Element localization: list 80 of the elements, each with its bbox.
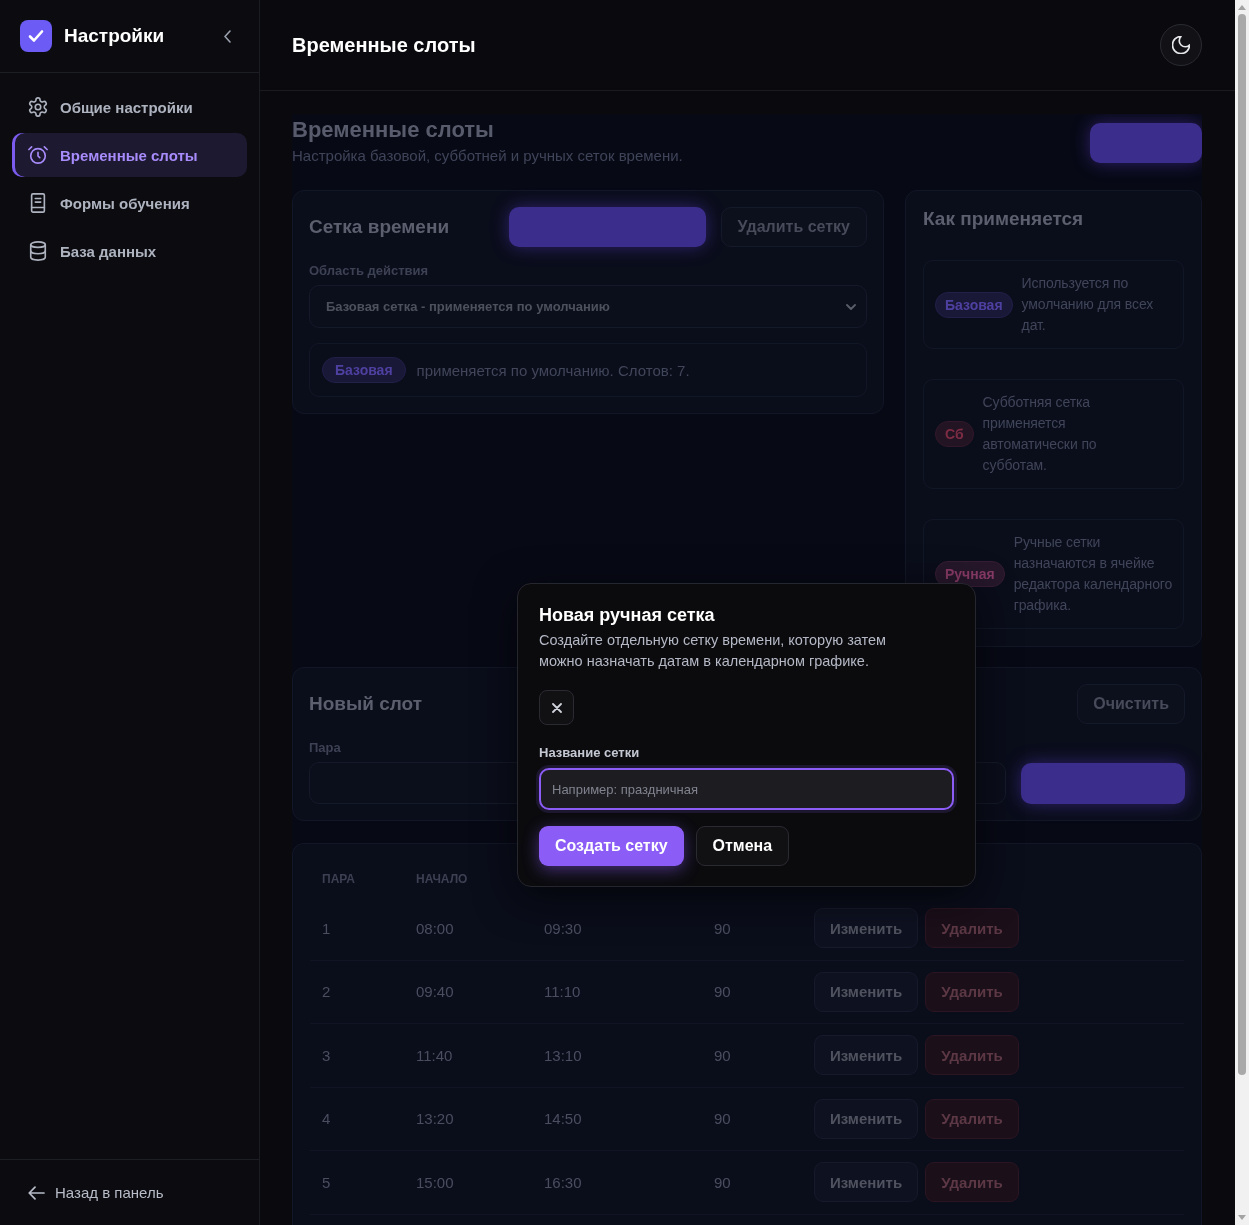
database-icon: [28, 241, 48, 261]
create-grid-button[interactable]: Создать сетку: [539, 826, 684, 866]
end-time: 11:10: [543, 983, 581, 1001]
info-text: применяется по умолчанию. Слотов: 7.: [416, 361, 690, 379]
notebook-icon: [28, 193, 48, 213]
sidebar-item[interactable]: База данных: [12, 229, 247, 273]
sidebar-item[interactable]: Формы обучения: [12, 181, 247, 225]
sidebar-item[interactable]: Общие настройки: [12, 85, 247, 129]
section-title: Временные слоты: [292, 116, 494, 144]
field-label: Область действия: [309, 263, 429, 279]
edit-button[interactable]: Изменить: [814, 1162, 919, 1203]
pair-number: 1: [321, 919, 331, 937]
end-time: 14:50: [543, 1110, 582, 1128]
pair-number: 5: [321, 1173, 331, 1191]
section-subtitle: Настройка базовой, субботней и ручных сеток времени.: [292, 146, 683, 166]
grid-type-badge: Базовая: [935, 291, 1013, 318]
grid-type-badge: Базовая: [322, 357, 406, 383]
duration-minutes: 90: [713, 1110, 731, 1128]
pair-number: 2: [321, 983, 331, 1001]
delete-button[interactable]: Удалить: [925, 1162, 1019, 1203]
edit-button[interactable]: Изменить: [814, 1035, 919, 1076]
card-title: Новый слот: [309, 693, 423, 715]
theme-toggle-button[interactable]: [1160, 24, 1202, 66]
page-title: Временные слоты: [292, 33, 476, 57]
modal-description: Создайте отдельную сетку времени, которую затем можно назначать датам в календарном графике.: [539, 631, 888, 671]
scrollbar-track[interactable]: [1235, 0, 1249, 1225]
column-header: ПАРА: [321, 872, 355, 886]
primary-button[interactable]: [1090, 123, 1202, 163]
rule-description: Субботняя сетка применяется автоматически по субботам.: [982, 393, 1098, 475]
delete-button[interactable]: Удалить: [925, 1035, 1019, 1076]
grid-type-badge: Сб: [935, 421, 974, 447]
chevron-down-icon: [846, 303, 856, 310]
start-time: 15:00: [415, 1173, 454, 1191]
column-header: НАЧАЛО: [415, 872, 468, 886]
close-icon: [551, 702, 562, 713]
start-time: 08:00: [415, 919, 454, 937]
scope-select[interactable]: Базовая сетка - применяется по умолчанию: [309, 285, 867, 328]
edit-button[interactable]: Изменить: [814, 971, 919, 1012]
grid-name-input[interactable]: Например: праздничная: [539, 768, 954, 810]
gear-icon: [28, 97, 48, 117]
scrollbar-thumb[interactable]: [1238, 14, 1246, 1075]
start-time: 11:40: [415, 1046, 453, 1064]
close-button[interactable]: [539, 690, 574, 725]
scroll-up-icon[interactable]: [1238, 5, 1246, 10]
end-time: 16:30: [543, 1173, 582, 1191]
duration-minutes: 90: [713, 983, 731, 1001]
duration-minutes: 90: [713, 919, 731, 937]
rule-description: Используется по умолчанию для всех дат.: [1021, 274, 1155, 335]
field-label: Пара: [309, 740, 341, 756]
grid-type-badge: Ручная: [935, 561, 1005, 587]
end-time: 13:10: [543, 1046, 582, 1064]
moon-icon: [1172, 36, 1190, 54]
scroll-down-icon[interactable]: [1238, 1215, 1246, 1220]
sidebar-item[interactable]: Временные слоты: [12, 133, 247, 177]
duration-minutes: 90: [713, 1173, 731, 1191]
modal-title: Новая ручная сетка: [539, 604, 715, 626]
delete-button[interactable]: Удалить: [925, 908, 1019, 949]
arrow-left-icon: [28, 1185, 45, 1200]
clear-button[interactable]: Очистить: [1077, 684, 1185, 724]
end-time: 09:30: [543, 919, 582, 937]
edit-button[interactable]: Изменить: [814, 908, 919, 949]
pair-number: 3: [321, 1046, 331, 1064]
start-time: 13:20: [415, 1110, 454, 1128]
field-label: Название сетки: [539, 745, 640, 761]
delete-button[interactable]: Удалить: [925, 1098, 1019, 1139]
alarm-clock-icon: [28, 145, 48, 165]
delete-grid-button[interactable]: Удалить сетку: [720, 207, 867, 247]
start-time: 09:40: [415, 983, 454, 1001]
edit-button[interactable]: Изменить: [814, 1098, 919, 1139]
card-title: Сетка времени: [309, 216, 450, 238]
cancel-button[interactable]: Отмена: [695, 826, 790, 866]
delete-button[interactable]: Удалить: [925, 971, 1019, 1012]
chevron-left-icon[interactable]: [224, 29, 231, 43]
pair-number: 4: [321, 1110, 331, 1128]
rule-description: Ручные сетки назначаются в ячейке редактора календарного графика.: [1013, 533, 1173, 615]
sidebar-title: Настройки: [64, 25, 166, 47]
check-icon: [20, 20, 52, 52]
card-title: Как применяется: [923, 208, 1084, 229]
back-link[interactable]: Назад в панель: [28, 1184, 164, 1201]
duration-minutes: 90: [713, 1046, 731, 1064]
